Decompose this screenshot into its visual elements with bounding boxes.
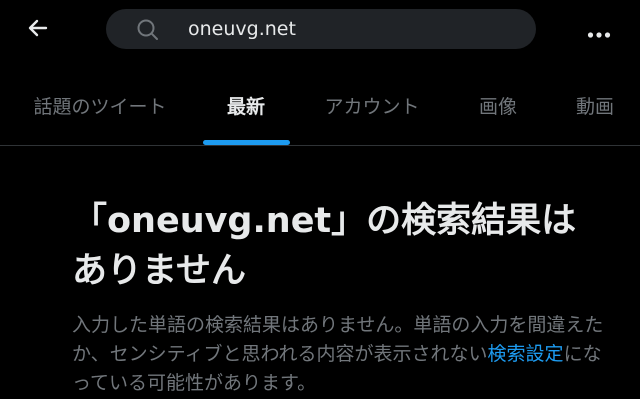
tab-images[interactable]: 画像	[460, 82, 536, 145]
tab-label: 話題のツイート	[33, 96, 167, 118]
search-input[interactable]	[188, 9, 518, 49]
search-icon	[136, 18, 160, 42]
tab-label: アカウント	[324, 96, 420, 118]
search-settings-link[interactable]: 検索設定	[488, 343, 564, 365]
tab-accounts[interactable]: アカウント	[312, 82, 432, 145]
empty-state-description: 入力した単語の検索結果はありません。単語の入力を間違えたか、センシティブと思われ…	[72, 311, 612, 398]
tab-label: 画像	[478, 96, 517, 118]
back-button[interactable]	[22, 12, 54, 44]
tab-label: 動画	[575, 96, 614, 118]
arrow-left-icon	[26, 16, 50, 40]
empty-state-title: 「oneuvg.net」の検索結果はありません	[72, 201, 577, 291]
more-options-button[interactable]	[583, 14, 615, 42]
tab-videos[interactable]: 動画	[560, 82, 630, 145]
top-app-bar	[0, 0, 640, 60]
tab-label: 最新	[226, 96, 265, 118]
active-tab-indicator	[203, 140, 290, 145]
more-horizontal-icon	[587, 24, 611, 38]
search-box[interactable]	[106, 9, 536, 49]
tab-top[interactable]: 話題のツイート	[20, 82, 180, 145]
tab-latest[interactable]: 最新	[200, 82, 292, 145]
search-tabs: 話題のツイート 最新 アカウント 画像 動画	[0, 82, 640, 146]
